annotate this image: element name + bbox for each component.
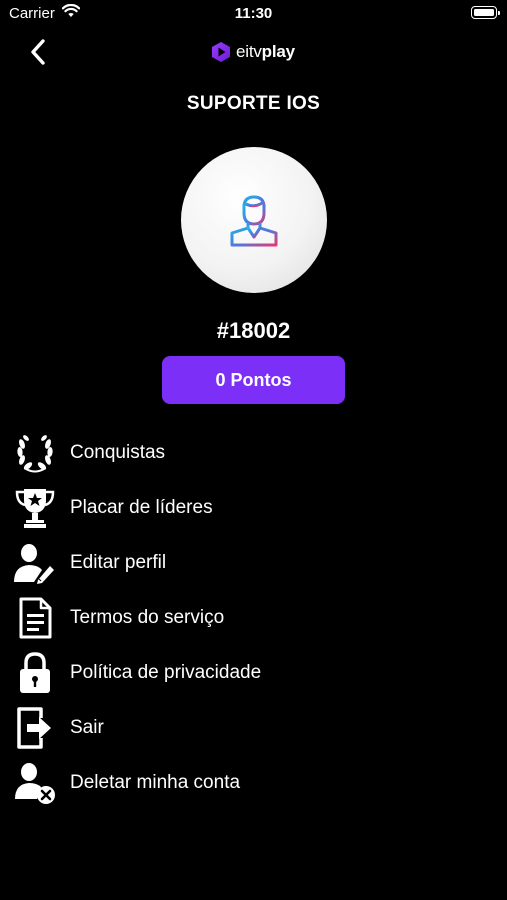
menu-item-label: Sair [70, 716, 104, 738]
delete-user-icon [12, 760, 58, 806]
logout-icon [12, 705, 58, 751]
menu-item-label: Conquistas [70, 441, 166, 463]
play-logo-icon [212, 42, 230, 62]
laurel-icon [12, 430, 58, 476]
menu-item-conquistas[interactable]: Conquistas [0, 425, 507, 480]
menu-item-deletar-conta[interactable]: Deletar minha conta [0, 755, 507, 810]
menu-item-label: Termos do serviço [70, 606, 225, 628]
back-button[interactable] [26, 37, 52, 67]
avatar[interactable] [181, 147, 327, 293]
lock-icon [12, 650, 58, 696]
battery-icon [471, 6, 500, 19]
app-logo: eitvplay [210, 40, 295, 64]
status-bar: Carrier 11:30 [0, 0, 507, 28]
logo-prefix: eitv [236, 42, 262, 61]
menu-item-editar-perfil[interactable]: Editar perfil [0, 535, 507, 590]
document-icon [12, 595, 58, 641]
points-button[interactable]: 0 Pontos [162, 356, 345, 404]
logo-suffix: play [261, 42, 295, 61]
edit-profile-icon [12, 540, 58, 586]
user-avatar-icon [230, 195, 278, 247]
user-id: #18002 [216, 318, 291, 343]
menu-item-label: Política de privacidade [70, 661, 262, 683]
menu-item-label: Placar de líderes [70, 496, 213, 518]
menu-item-label: Editar perfil [70, 551, 167, 573]
menu-item-termos[interactable]: Termos do serviço [0, 590, 507, 645]
menu-item-sair[interactable]: Sair [0, 700, 507, 755]
menu-item-placar[interactable]: Placar de líderes [0, 480, 507, 535]
menu-item-politica[interactable]: Política de privacidade [0, 645, 507, 700]
chevron-left-icon [31, 39, 45, 65]
clock: 11:30 [234, 5, 273, 22]
menu-item-label: Deletar minha conta [70, 771, 241, 793]
page-title: SUPORTE IOS [186, 93, 321, 114]
trophy-icon [12, 485, 58, 531]
